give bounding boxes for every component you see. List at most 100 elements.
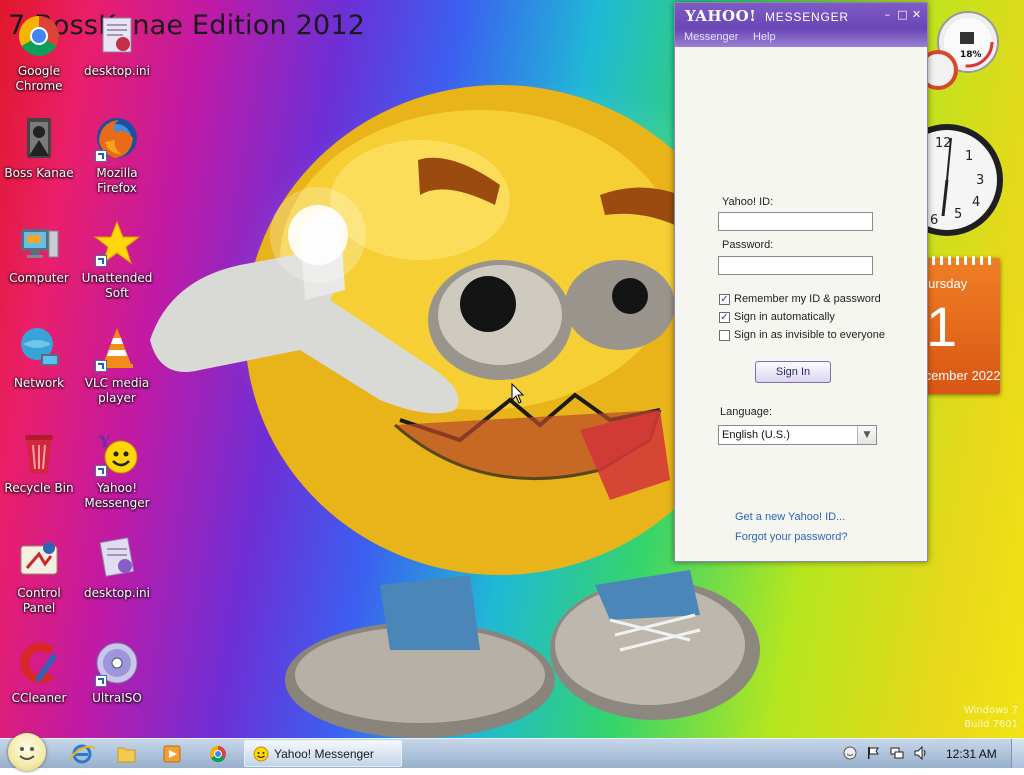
messenger-titlebar[interactable]: YAHOO! MESSENGER – □ ✕ xyxy=(675,3,927,29)
cpu-meter-value: 18% xyxy=(960,50,982,60)
watermark-line: Build 7601 xyxy=(964,719,1018,730)
sign-in-button[interactable]: Sign In xyxy=(755,361,831,383)
internet-explorer-icon xyxy=(69,744,96,764)
minimize-icon[interactable]: – xyxy=(882,9,893,20)
desktop-icon-label: Computer xyxy=(9,271,69,285)
svg-text:1: 1 xyxy=(965,149,973,164)
desktop-icon-label: Network xyxy=(13,376,65,390)
desktop-icon-label: VLC media player xyxy=(84,376,150,405)
svg-text:4: 4 xyxy=(972,195,980,210)
taskbar-google-chrome[interactable] xyxy=(198,741,238,767)
desktop-icon-yahoo-messenger[interactable]: Y Yahoo! Messenger xyxy=(78,429,156,511)
chrome-icon xyxy=(209,745,226,763)
menu-messenger[interactable]: Messenger xyxy=(684,31,738,43)
calendar-gadget[interactable]: Thursday 1 December 2022 xyxy=(908,256,1001,394)
folder-icon xyxy=(117,747,136,763)
sign-in-invisible-label: Sign in as invisible to everyone xyxy=(734,329,886,341)
clock-gadget[interactable]: 12 1 3 4 5 6 xyxy=(891,116,1003,244)
close-icon[interactable]: ✕ xyxy=(911,9,922,20)
action-center-flag-icon[interactable] xyxy=(866,746,880,760)
password-input[interactable] xyxy=(718,256,873,275)
desktop-icon-label: Mozilla Firefox xyxy=(96,166,138,195)
desktop-icon-label: Unattended Soft xyxy=(81,271,153,300)
desktop-icon-mozilla-firefox[interactable]: Mozilla Firefox xyxy=(78,114,156,196)
ultraiso-icon xyxy=(93,639,141,687)
desktop-icon-label: Recycle Bin xyxy=(4,481,74,495)
taskbar-windows-explorer[interactable] xyxy=(106,741,146,767)
desktop-icon-computer[interactable]: Computer xyxy=(0,219,78,286)
yahoo-messenger-window[interactable]: YAHOO! MESSENGER – □ ✕ Messenger Help Ya… xyxy=(674,2,928,562)
forgot-password-link[interactable]: Forgot your password? xyxy=(735,531,848,543)
remember-me-checkbox[interactable]: ✓ xyxy=(719,294,730,305)
taskbar-yahoo-messenger-task[interactable]: Yahoo! Messenger xyxy=(244,740,402,767)
desktop-icon-boss-kanae[interactable]: Boss Kanae xyxy=(0,114,78,181)
desktop-icon-label: desktop.ini xyxy=(84,64,150,78)
watermark-line: Windows 7 xyxy=(963,705,1018,716)
desktop-icon-desktop-ini-2[interactable]: desktop.ini xyxy=(78,534,156,601)
chrome-icon xyxy=(15,12,63,60)
menu-help[interactable]: Help xyxy=(753,31,776,43)
desktop-icon-label: Boss Kanae xyxy=(4,166,74,180)
smiley-start-icon xyxy=(19,747,35,760)
taskbar-internet-explorer[interactable] xyxy=(62,741,102,767)
desktop-icon-vlc-media-player[interactable]: VLC media player xyxy=(78,324,156,406)
password-label: Password: xyxy=(722,239,774,251)
language-select[interactable]: English (U.S.) ▼ xyxy=(718,425,877,445)
desktop-icon-label: Google Chrome xyxy=(15,64,63,93)
ini-file-icon xyxy=(93,534,141,582)
cpu-meter-gadget[interactable]: 18% xyxy=(918,8,1002,92)
chevron-down-icon[interactable]: ▼ xyxy=(857,426,876,444)
yahoo-logo: YAHOO! xyxy=(685,7,757,25)
sign-in-automatically-checkbox[interactable]: ✓ xyxy=(719,312,730,323)
shortcut-arrow-icon xyxy=(95,465,107,477)
sign-in-automatically-label: Sign in automatically xyxy=(734,311,835,323)
get-new-id-link[interactable]: Get a new Yahoo! ID... xyxy=(735,511,845,523)
show-desktop-button[interactable] xyxy=(1011,739,1024,768)
taskbar-task-label: Yahoo! Messenger xyxy=(274,747,374,761)
desktop-icon-label: CCleaner xyxy=(11,691,67,705)
network-tray-icon[interactable] xyxy=(890,746,904,760)
recycle-bin-icon xyxy=(15,429,63,477)
desktop-icon-label: Control Panel xyxy=(17,586,61,615)
ccleaner-icon xyxy=(15,639,63,687)
ini-file-icon xyxy=(93,12,141,60)
vlc-icon xyxy=(93,324,141,372)
desktop-icon-unattended-soft[interactable]: Unattended Soft xyxy=(78,219,156,301)
desktop-icon-network[interactable]: Network xyxy=(0,324,78,391)
media-player-icon xyxy=(163,745,181,763)
language-selected-value: English (U.S.) xyxy=(722,429,790,441)
desktop-icon-ccleaner[interactable]: CCleaner xyxy=(0,639,78,706)
yahoo-messenger-icon xyxy=(253,746,269,762)
svg-text:5: 5 xyxy=(954,207,962,222)
desktop-icon-desktop-ini-1[interactable]: desktop.ini xyxy=(78,12,156,79)
mouse-cursor-icon xyxy=(511,383,525,404)
taskbar-media-player[interactable] xyxy=(152,741,192,767)
messenger-tray-icon[interactable] xyxy=(843,746,857,760)
yahoo-id-input[interactable] xyxy=(718,212,873,231)
yahoo-id-label: Yahoo! ID: xyxy=(722,196,774,208)
remember-me-label: Remember my ID & password xyxy=(734,293,881,305)
boss-kanae-icon xyxy=(15,114,63,162)
messenger-menubar: Messenger Help xyxy=(675,29,927,47)
network-icon xyxy=(15,324,63,372)
start-button[interactable] xyxy=(8,733,46,771)
svg-text:3: 3 xyxy=(976,173,984,188)
volume-icon[interactable] xyxy=(914,746,928,760)
maximize-icon[interactable]: □ xyxy=(897,9,908,20)
sign-in-invisible-checkbox[interactable] xyxy=(719,330,730,341)
taskbar-clock[interactable]: 12:31 AM xyxy=(946,747,997,761)
svg-text:Y: Y xyxy=(98,432,111,451)
computer-icon xyxy=(15,219,63,267)
desktop-icon-google-chrome[interactable]: Google Chrome xyxy=(0,12,78,94)
star-icon xyxy=(93,219,141,267)
desktop-icon-recycle-bin[interactable]: Recycle Bin xyxy=(0,429,78,496)
desktop-icon-label: desktop.ini xyxy=(84,586,150,600)
windows-build-watermark: Windows 7 Build 7601 xyxy=(940,704,1018,732)
language-label: Language: xyxy=(720,406,772,418)
taskbar: Yahoo! Messenger 12:31 AM xyxy=(0,733,1024,771)
desktop-icon-label: Yahoo! Messenger xyxy=(84,481,150,510)
desktop-icon-ultraiso[interactable]: UltraISO xyxy=(78,639,156,706)
control-panel-icon xyxy=(15,534,63,582)
desktop-icon-control-panel[interactable]: Control Panel xyxy=(0,534,78,616)
shortcut-arrow-icon xyxy=(95,255,107,267)
